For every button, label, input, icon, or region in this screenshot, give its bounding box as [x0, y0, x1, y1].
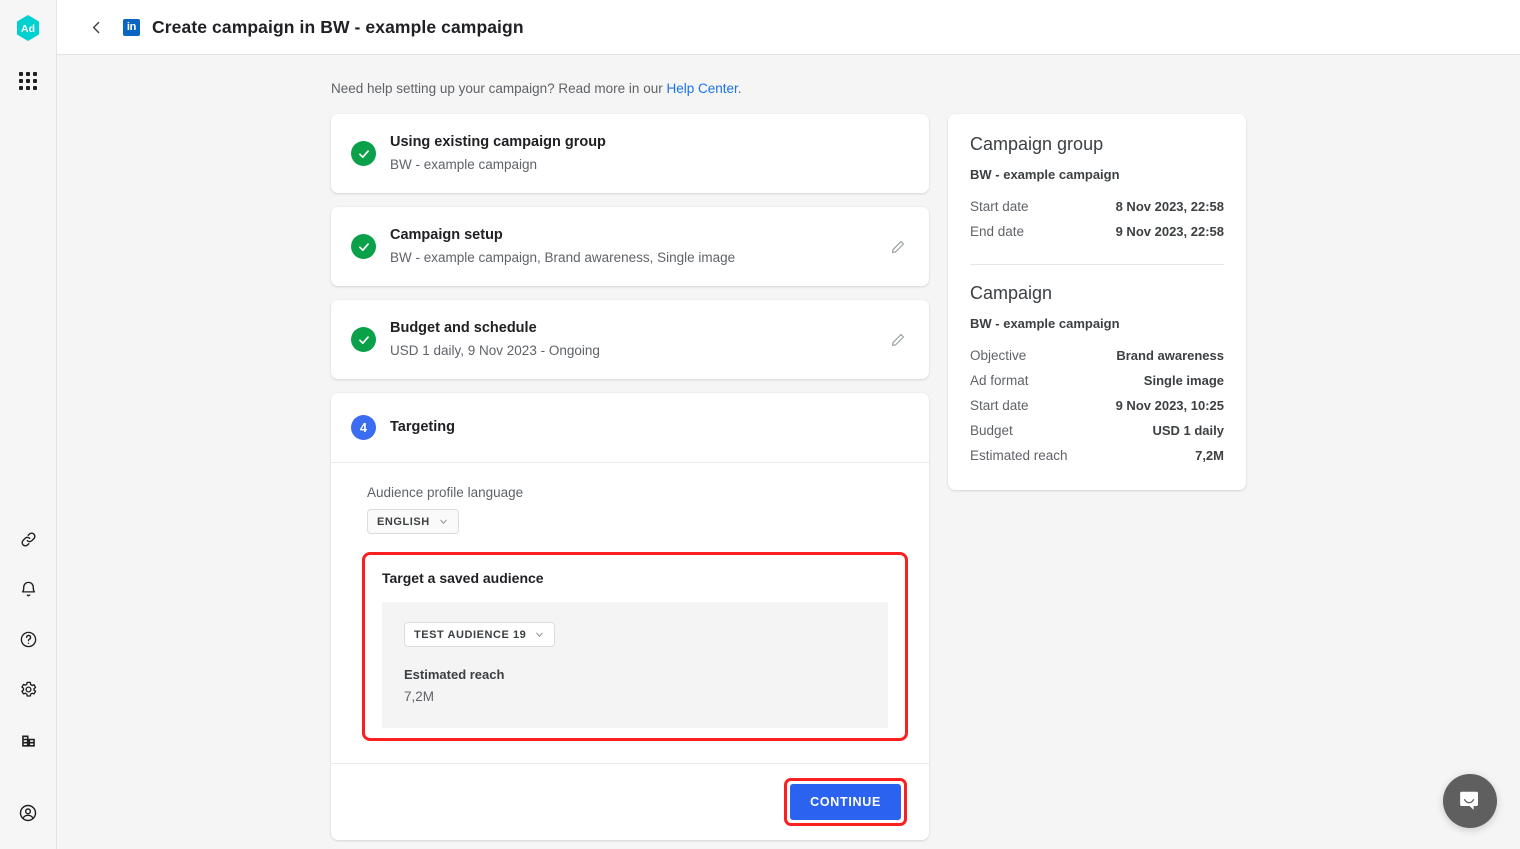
- saved-audience-panel: TEST AUDIENCE 19 Estimated reach 7,2M: [382, 602, 888, 729]
- row-value: 9 Nov 2023, 22:58: [1115, 224, 1224, 239]
- row-label: Budget: [970, 423, 1013, 438]
- summary-panel: Campaign group BW - example campaign Sta…: [948, 114, 1246, 490]
- row-value: 9 Nov 2023, 10:25: [1115, 398, 1224, 413]
- targeting-title: Targeting: [390, 419, 455, 436]
- audience-language-dropdown[interactable]: ENGLISH: [367, 509, 459, 535]
- content-scroll: Need help setting up your campaign? Read…: [57, 55, 1520, 849]
- left-rail: Ad: [0, 0, 57, 849]
- link-icon[interactable]: [10, 521, 46, 557]
- summary-row: Ad format Single image: [970, 368, 1224, 393]
- step-card-campaign-setup[interactable]: Campaign setup BW - example campaign, Br…: [331, 207, 929, 287]
- step-text: Using existing campaign group BW - examp…: [390, 133, 907, 174]
- saved-audience-title: Target a saved audience: [382, 570, 544, 587]
- summary-row: Objective Brand awareness: [970, 343, 1224, 368]
- row-value: Brand awareness: [1116, 348, 1224, 363]
- check-circle-icon: [351, 234, 376, 260]
- summary-row: Estimated reach 7,2M: [970, 443, 1224, 468]
- step-subtitle: BW - example campaign: [390, 156, 538, 172]
- targeting-body: Audience profile language ENGLISH Target…: [331, 463, 929, 840]
- campaign-group-heading: Campaign group: [970, 134, 1104, 154]
- step-title: Using existing campaign group: [390, 134, 606, 150]
- check-circle-icon: [351, 141, 376, 167]
- svg-text:Ad: Ad: [21, 23, 35, 35]
- row-value: 7,2M: [1195, 448, 1224, 463]
- continue-button[interactable]: CONTINUE: [790, 784, 901, 821]
- summary-divider: [970, 264, 1224, 265]
- building-icon[interactable]: [10, 721, 46, 757]
- help-center-link[interactable]: Help Center: [666, 81, 737, 96]
- help-circle-icon[interactable]: [10, 621, 46, 657]
- saved-audience-value: TEST AUDIENCE 19: [414, 628, 527, 641]
- step-card-targeting: 4 Targeting Audience profile language EN…: [331, 393, 929, 841]
- gear-icon[interactable]: [10, 671, 46, 707]
- step-card-budget-schedule[interactable]: Budget and schedule USD 1 daily, 9 Nov 2…: [331, 300, 929, 380]
- content-inner: Need help setting up your campaign? Read…: [331, 81, 1520, 849]
- main-region: in Create campaign in BW - example campa…: [57, 0, 1520, 849]
- summary-row: Start date 8 Nov 2023, 22:58: [970, 194, 1224, 219]
- targeting-header: 4 Targeting: [331, 393, 929, 462]
- step-row: Budget and schedule USD 1 daily, 9 Nov 2…: [331, 300, 929, 379]
- campaign-heading: Campaign: [970, 283, 1053, 303]
- row-label: Start date: [970, 398, 1029, 413]
- row-value: Single image: [1143, 373, 1224, 388]
- step-card-campaign-group[interactable]: Using existing campaign group BW - examp…: [331, 114, 929, 194]
- chat-bubble-icon: [1460, 791, 1478, 810]
- apps-grid-icon[interactable]: [10, 63, 46, 99]
- app-logo[interactable]: Ad: [13, 13, 43, 43]
- row-value: USD 1 daily: [1152, 423, 1224, 438]
- row-label: Ad format: [970, 373, 1029, 388]
- saved-audience-dropdown[interactable]: TEST AUDIENCE 19: [404, 622, 556, 648]
- step-number-badge: 4: [351, 415, 376, 441]
- edit-pencil-icon[interactable]: [885, 327, 911, 353]
- row-label: Estimated reach: [970, 448, 1068, 463]
- check-circle-icon: [351, 327, 376, 353]
- row-label: Start date: [970, 199, 1029, 214]
- page-header: in Create campaign in BW - example campa…: [57, 0, 1520, 55]
- two-column-layout: Using existing campaign group BW - examp…: [331, 114, 1520, 849]
- step-text: Budget and schedule USD 1 daily, 9 Nov 2…: [390, 319, 907, 360]
- edit-pencil-icon[interactable]: [885, 234, 911, 260]
- audience-language-label: Audience profile language: [367, 485, 524, 501]
- step-row: Using existing campaign group BW - examp…: [331, 114, 929, 193]
- summary-column: Campaign group BW - example campaign Sta…: [948, 114, 1246, 490]
- linkedin-icon: in: [123, 18, 140, 36]
- saved-audience-highlight-box: Target a saved audience TEST AUDIENCE 19: [362, 552, 908, 742]
- help-text-after: .: [737, 81, 742, 96]
- step-text: Campaign setup BW - example campaign, Br…: [390, 226, 907, 267]
- help-center-line: Need help setting up your campaign? Read…: [331, 81, 1520, 96]
- step-title: Budget and schedule: [390, 320, 537, 337]
- account-circle-icon[interactable]: [10, 795, 46, 831]
- chevron-down-icon: [438, 516, 449, 527]
- bell-icon[interactable]: [10, 571, 46, 607]
- row-label: Objective: [970, 348, 1027, 363]
- step-subtitle: BW - example campaign, Brand awareness, …: [390, 249, 736, 265]
- campaign-name: BW - example campaign: [970, 316, 1120, 331]
- step-subtitle: USD 1 daily, 9 Nov 2023 - Ongoing: [390, 342, 600, 358]
- audience-language-value: ENGLISH: [377, 515, 430, 528]
- continue-highlight: CONTINUE: [784, 778, 907, 827]
- campaign-group-name: BW - example campaign: [970, 167, 1120, 182]
- page-title: Create campaign in BW - example campaign: [152, 16, 524, 37]
- targeting-footer: CONTINUE: [331, 763, 929, 840]
- step-title: Campaign setup: [390, 227, 503, 244]
- ad-hexagon-icon: Ad: [17, 15, 39, 41]
- chevron-left-icon[interactable]: [83, 14, 109, 40]
- estimated-reach-value: 7,2M: [404, 689, 435, 705]
- app-root: Ad in Create campaign in BW - example ca…: [0, 0, 1520, 849]
- step-row: Campaign setup BW - example campaign, Br…: [331, 207, 929, 286]
- page-body: Need help setting up your campaign? Read…: [57, 55, 1520, 849]
- row-value: 8 Nov 2023, 22:58: [1115, 199, 1224, 214]
- wizard-column: Using existing campaign group BW - examp…: [331, 114, 929, 849]
- summary-row: End date 9 Nov 2023, 22:58: [970, 219, 1224, 244]
- row-label: End date: [970, 224, 1025, 239]
- summary-row: Budget USD 1 daily: [970, 418, 1224, 443]
- estimated-reach-label: Estimated reach: [404, 667, 505, 683]
- help-text-before: Need help setting up your campaign? Read…: [331, 81, 667, 96]
- apps-grid-dots: [19, 72, 37, 90]
- support-chat-launcher[interactable]: [1443, 774, 1497, 828]
- chevron-down-icon: [534, 629, 545, 640]
- summary-row: Start date 9 Nov 2023, 10:25: [970, 393, 1224, 418]
